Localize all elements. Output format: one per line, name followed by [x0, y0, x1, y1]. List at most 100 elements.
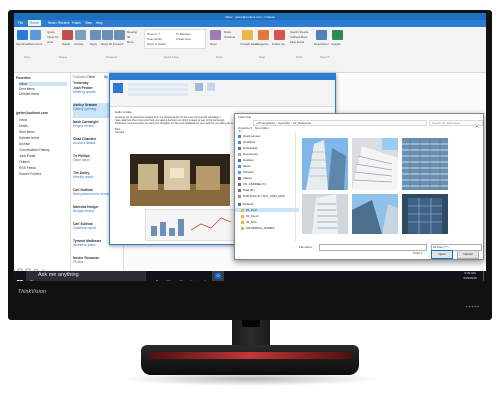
- quick-step-create-new[interactable]: Create New: [176, 37, 191, 41]
- microphone-icon[interactable]: [154, 273, 160, 281]
- tab-other[interactable]: Other: [87, 75, 95, 79]
- back-arrow-icon[interactable]: [238, 120, 243, 133]
- file-thumbnail[interactable]: [302, 194, 348, 234]
- favorites-header[interactable]: Favorites: [16, 76, 31, 80]
- tab-home[interactable]: Home: [28, 20, 41, 26]
- folder-rss[interactable]: RSS Feeds: [19, 166, 36, 170]
- file-thumbnail[interactable]: [352, 194, 398, 234]
- folder-favorite-inbox[interactable]: Inbox: [19, 82, 67, 86]
- show-desktop-button[interactable]: [483, 271, 486, 281]
- cc-field[interactable]: [128, 88, 188, 91]
- system-tray[interactable]: [412, 274, 456, 279]
- reply-icon[interactable]: [90, 30, 101, 40]
- nav-downloads[interactable]: Downloads: [238, 146, 257, 150]
- task-view-icon[interactable]: [166, 273, 172, 281]
- insights-button[interactable]: Insights: [331, 42, 341, 46]
- send-icon[interactable]: [113, 83, 123, 93]
- nav-network[interactable]: Network: [238, 202, 254, 206]
- nav-folder[interactable]: UNIVERSAL_NAMES: [241, 226, 274, 230]
- tab-folder[interactable]: Folder: [72, 21, 81, 25]
- clock[interactable]: 6:30 AM 5/31/2019: [458, 271, 482, 280]
- window-controls[interactable]: [462, 14, 484, 27]
- meeting-button[interactable]: Meeting: [127, 30, 137, 34]
- new-email-button[interactable]: New Email: [16, 42, 29, 46]
- address-bar[interactable]: « Photography > Specialty > 02_Reference: [253, 120, 427, 126]
- folder-favorite-deleted[interactable]: Deleted Items: [19, 92, 39, 96]
- archive-button[interactable]: Archive: [74, 42, 83, 46]
- quick-step-reply-delete[interactable]: Reply & Delete: [147, 42, 166, 46]
- nav-folder[interactable]: 03_Fold: [241, 220, 256, 224]
- archive-icon[interactable]: [75, 30, 86, 40]
- reply-all-icon[interactable]: [102, 30, 113, 40]
- im-button[interactable]: IM: [127, 35, 130, 39]
- subject-field[interactable]: [128, 93, 188, 96]
- folder-deleted[interactable]: Deleted Items: [19, 136, 39, 140]
- file-name-input[interactable]: [319, 244, 427, 251]
- tab-send-receive[interactable]: Send / Receive: [48, 21, 70, 25]
- cancel-button[interactable]: Cancel: [457, 250, 479, 259]
- follow-up-icon[interactable]: [274, 30, 285, 40]
- tools-menu[interactable]: Tools ▾: [413, 251, 422, 255]
- onenote-button[interactable]: OneNote: [224, 35, 235, 39]
- embedded-photo[interactable]: [130, 154, 230, 206]
- reply-button[interactable]: Reply: [90, 42, 97, 46]
- folder-inbox[interactable]: Inbox: [19, 118, 27, 122]
- folder-junk[interactable]: Junk Email: [19, 154, 35, 158]
- list-item[interactable]: Nestor Rossman Photos: [73, 256, 121, 271]
- ignore-button[interactable]: Ignore: [47, 30, 55, 34]
- quick-step-team-email[interactable]: Team Email: [147, 37, 162, 41]
- to-field[interactable]: [128, 83, 188, 86]
- search-people-field[interactable]: Search People: [290, 30, 308, 34]
- nav-desktop[interactable]: Desktop: [238, 158, 254, 162]
- nav-quick-access[interactable]: Quick access: [238, 134, 260, 138]
- nav-music[interactable]: Music: [238, 164, 251, 168]
- read-aloud-button[interactable]: Read Aloud: [314, 42, 328, 46]
- quick-step-to-manager[interactable]: To Manager: [176, 32, 191, 36]
- windows-start-icon[interactable]: [17, 273, 23, 281]
- tab-view[interactable]: View: [85, 21, 92, 25]
- more-button[interactable]: More: [127, 40, 133, 44]
- folder-favorite-sent[interactable]: Sent Items: [19, 87, 35, 91]
- monitor-controls[interactable]: [465, 296, 479, 308]
- outlook-taskbar-button[interactable]: O: [212, 271, 224, 281]
- taskbar-search-box[interactable]: Ask me anything: [26, 271, 146, 281]
- follow-up-button[interactable]: Follow Up: [272, 42, 284, 46]
- organize-menu[interactable]: Organize ▾: [238, 126, 252, 130]
- delete-icon[interactable]: [62, 30, 73, 40]
- junk-button[interactable]: Junk: [47, 40, 53, 44]
- search-input[interactable]: Search 02_Reference: [429, 120, 483, 126]
- quick-step-move[interactable]: Move to: ?: [147, 32, 160, 36]
- nav-drive-d[interactable]: Data (D:): [238, 188, 255, 192]
- attach-file-icon[interactable]: [195, 83, 203, 91]
- nav-folder[interactable]: 01_Cloud: [241, 214, 258, 218]
- tab-help[interactable]: Help: [96, 21, 103, 25]
- read-aloud-icon[interactable]: [316, 30, 327, 40]
- categorize-button[interactable]: Categorize: [255, 42, 269, 46]
- move-icon[interactable]: [210, 30, 221, 40]
- rules-button[interactable]: Rules: [224, 30, 231, 34]
- insert-picture-icon[interactable]: [207, 83, 215, 91]
- nav-dvd-drive[interactable]: DVD Drive (F:) SLX_ST84_2010: [238, 194, 285, 198]
- open-button[interactable]: Open: [431, 250, 453, 259]
- nav-pictures[interactable]: Pictures: [238, 170, 253, 174]
- forward-icon[interactable]: [114, 30, 125, 40]
- nav-documents[interactable]: Documents: [238, 152, 258, 156]
- edge-browser-icon[interactable]: [178, 273, 184, 281]
- folder-sent[interactable]: Sent Items: [19, 130, 35, 134]
- new-folder-button[interactable]: New folder: [255, 126, 269, 130]
- tab-focused[interactable]: Focused: [73, 75, 86, 79]
- folder-conversation-history[interactable]: Conversation History: [19, 148, 50, 152]
- nav-videos[interactable]: Videos: [238, 176, 252, 180]
- tab-file[interactable]: File: [18, 21, 23, 25]
- unread-read-icon[interactable]: [242, 30, 253, 40]
- clean-up-button[interactable]: Clean Up: [47, 35, 59, 39]
- insights-icon[interactable]: [332, 30, 343, 40]
- new-email-icon[interactable]: [17, 30, 28, 40]
- compose-body[interactable]: Hello Jordan, Amazing we received the im…: [115, 110, 233, 134]
- folder-drafts[interactable]: Drafts: [19, 124, 28, 128]
- forward-button[interactable]: Forward: [113, 42, 123, 46]
- folder-outbox[interactable]: Outbox: [19, 160, 30, 164]
- file-thumbnail[interactable]: [402, 194, 448, 234]
- delete-button[interactable]: Delete: [62, 42, 70, 46]
- nav-folder-selected[interactable]: 02_Fold: [235, 208, 299, 212]
